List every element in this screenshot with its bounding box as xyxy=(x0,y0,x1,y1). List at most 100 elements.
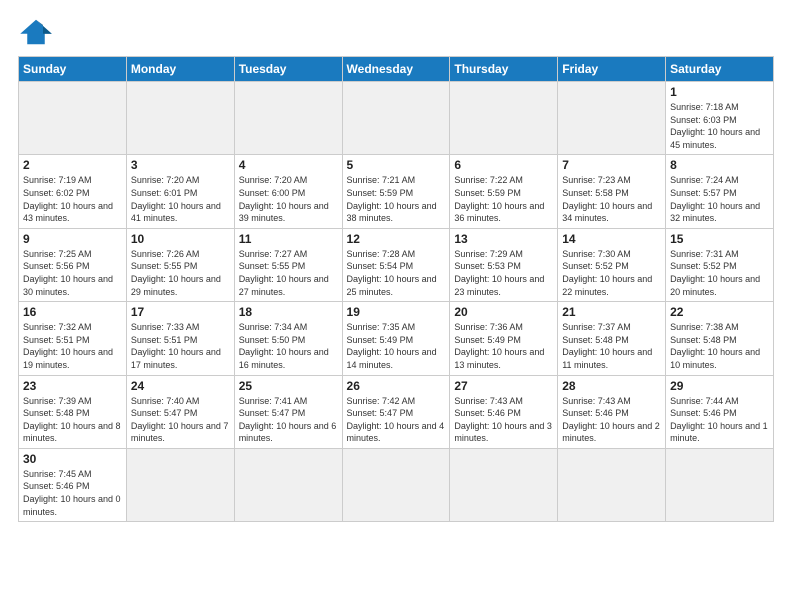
calendar-cell: 13 Sunrise: 7:29 AMSunset: 5:53 PMDayligh… xyxy=(450,228,558,301)
day-info: Sunrise: 7:29 AMSunset: 5:53 PMDaylight:… xyxy=(454,248,553,298)
calendar-cell: 7Sunrise: 7:23 AMSunset: 5:58 PMDaylight… xyxy=(558,155,666,228)
calendar-cell: 28 Sunrise: 7:43 AMSunset: 5:46 PMDayligh… xyxy=(558,375,666,448)
day-info: Sunrise: 7:34 AMSunset: 5:50 PMDaylight:… xyxy=(239,321,338,371)
logo-icon xyxy=(18,18,54,46)
calendar-week-6: 30 Sunrise: 7:45 AMSunset: 5:46 PMDayligh… xyxy=(19,448,774,521)
day-number: 29 xyxy=(670,379,769,393)
day-header-friday: Friday xyxy=(558,57,666,82)
day-number: 12 xyxy=(347,232,446,246)
day-number: 27 xyxy=(454,379,553,393)
calendar-cell: 4Sunrise: 7:20 AMSunset: 6:00 PMDaylight… xyxy=(234,155,342,228)
calendar-cell: 10Sunrise: 7:26 AMSunset: 5:55 PMDayligh… xyxy=(126,228,234,301)
day-header-tuesday: Tuesday xyxy=(234,57,342,82)
calendar-cell: 5 Sunrise: 7:21 AMSunset: 5:59 PMDaylight… xyxy=(342,155,450,228)
day-info: Sunrise: 7:40 AMSunset: 5:47 PMDaylight:… xyxy=(131,395,230,445)
day-info: Sunrise: 7:42 AMSunset: 5:47 PMDaylight:… xyxy=(347,395,446,445)
day-number: 18 xyxy=(239,305,338,319)
calendar-cell: 16 Sunrise: 7:32 AMSunset: 5:51 PMDayligh… xyxy=(19,302,127,375)
calendar-cell xyxy=(19,82,127,155)
day-number: 11 xyxy=(239,232,338,246)
day-number: 3 xyxy=(131,158,230,172)
calendar-cell: 6 Sunrise: 7:22 AMSunset: 5:59 PMDaylight… xyxy=(450,155,558,228)
day-info: Sunrise: 7:41 AMSunset: 5:47 PMDaylight:… xyxy=(239,395,338,445)
day-header-wednesday: Wednesday xyxy=(342,57,450,82)
day-number: 14 xyxy=(562,232,661,246)
day-info: Sunrise: 7:36 AMSunset: 5:49 PMDaylight:… xyxy=(454,321,553,371)
day-number: 20 xyxy=(454,305,553,319)
calendar-cell: 19 Sunrise: 7:35 AMSunset: 5:49 PMDayligh… xyxy=(342,302,450,375)
day-number: 16 xyxy=(23,305,122,319)
day-number: 25 xyxy=(239,379,338,393)
calendar-cell: 11 Sunrise: 7:27 AMSunset: 5:55 PMDayligh… xyxy=(234,228,342,301)
calendar-cell: 9 Sunrise: 7:25 AMSunset: 5:56 PMDaylight… xyxy=(19,228,127,301)
day-number: 6 xyxy=(454,158,553,172)
calendar-week-3: 9 Sunrise: 7:25 AMSunset: 5:56 PMDaylight… xyxy=(19,228,774,301)
calendar-cell: 27 Sunrise: 7:43 AMSunset: 5:46 PMDayligh… xyxy=(450,375,558,448)
calendar-cell xyxy=(342,82,450,155)
calendar-week-5: 23 Sunrise: 7:39 AMSunset: 5:48 PMDayligh… xyxy=(19,375,774,448)
calendar-cell: 15Sunrise: 7:31 AMSunset: 5:52 PMDayligh… xyxy=(666,228,774,301)
day-info: Sunrise: 7:32 AMSunset: 5:51 PMDaylight:… xyxy=(23,321,122,371)
calendar-cell: 17 Sunrise: 7:33 AMSunset: 5:51 PMDayligh… xyxy=(126,302,234,375)
day-info: Sunrise: 7:39 AMSunset: 5:48 PMDaylight:… xyxy=(23,395,122,445)
day-info: Sunrise: 7:33 AMSunset: 5:51 PMDaylight:… xyxy=(131,321,230,371)
calendar-cell: 3 Sunrise: 7:20 AMSunset: 6:01 PMDaylight… xyxy=(126,155,234,228)
calendar-cell: 1Sunrise: 7:18 AMSunset: 6:03 PMDaylight… xyxy=(666,82,774,155)
calendar-cell xyxy=(234,448,342,521)
calendar-cell xyxy=(450,82,558,155)
calendar-cell: 26 Sunrise: 7:42 AMSunset: 5:47 PMDayligh… xyxy=(342,375,450,448)
logo xyxy=(18,18,58,46)
header xyxy=(18,18,774,46)
day-number: 28 xyxy=(562,379,661,393)
day-info: Sunrise: 7:18 AMSunset: 6:03 PMDaylight:… xyxy=(670,101,769,151)
calendar-cell xyxy=(234,82,342,155)
day-info: Sunrise: 7:24 AMSunset: 5:57 PMDaylight:… xyxy=(670,174,769,224)
day-info: Sunrise: 7:27 AMSunset: 5:55 PMDaylight:… xyxy=(239,248,338,298)
calendar-cell xyxy=(666,448,774,521)
day-info: Sunrise: 7:45 AMSunset: 5:46 PMDaylight:… xyxy=(23,468,122,518)
calendar-cell xyxy=(558,448,666,521)
calendar-cell: 24Sunrise: 7:40 AMSunset: 5:47 PMDayligh… xyxy=(126,375,234,448)
day-number: 23 xyxy=(23,379,122,393)
day-number: 5 xyxy=(347,158,446,172)
day-number: 4 xyxy=(239,158,338,172)
day-number: 13 xyxy=(454,232,553,246)
calendar-week-4: 16 Sunrise: 7:32 AMSunset: 5:51 PMDayligh… xyxy=(19,302,774,375)
day-info: Sunrise: 7:28 AMSunset: 5:54 PMDaylight:… xyxy=(347,248,446,298)
calendar-cell: 22Sunrise: 7:38 AMSunset: 5:48 PMDayligh… xyxy=(666,302,774,375)
day-info: Sunrise: 7:25 AMSunset: 5:56 PMDaylight:… xyxy=(23,248,122,298)
calendar-cell: 23 Sunrise: 7:39 AMSunset: 5:48 PMDayligh… xyxy=(19,375,127,448)
calendar-cell: 12 Sunrise: 7:28 AMSunset: 5:54 PMDayligh… xyxy=(342,228,450,301)
calendar-week-2: 2 Sunrise: 7:19 AMSunset: 6:02 PMDaylight… xyxy=(19,155,774,228)
calendar-cell: 21Sunrise: 7:37 AMSunset: 5:48 PMDayligh… xyxy=(558,302,666,375)
day-number: 7 xyxy=(562,158,661,172)
day-info: Sunrise: 7:19 AMSunset: 6:02 PMDaylight:… xyxy=(23,174,122,224)
day-info: Sunrise: 7:21 AMSunset: 5:59 PMDaylight:… xyxy=(347,174,446,224)
day-info: Sunrise: 7:38 AMSunset: 5:48 PMDaylight:… xyxy=(670,321,769,371)
day-header-monday: Monday xyxy=(126,57,234,82)
calendar-cell: 18 Sunrise: 7:34 AMSunset: 5:50 PMDayligh… xyxy=(234,302,342,375)
calendar-cell: 14Sunrise: 7:30 AMSunset: 5:52 PMDayligh… xyxy=(558,228,666,301)
day-info: Sunrise: 7:43 AMSunset: 5:46 PMDaylight:… xyxy=(454,395,553,445)
day-number: 17 xyxy=(131,305,230,319)
calendar-week-1: 1Sunrise: 7:18 AMSunset: 6:03 PMDaylight… xyxy=(19,82,774,155)
day-number: 9 xyxy=(23,232,122,246)
day-header-sunday: Sunday xyxy=(19,57,127,82)
calendar-cell: 8 Sunrise: 7:24 AMSunset: 5:57 PMDaylight… xyxy=(666,155,774,228)
day-number: 2 xyxy=(23,158,122,172)
day-number: 26 xyxy=(347,379,446,393)
day-number: 15 xyxy=(670,232,769,246)
day-number: 30 xyxy=(23,452,122,466)
calendar-cell xyxy=(558,82,666,155)
calendar: SundayMondayTuesdayWednesdayThursdayFrid… xyxy=(18,56,774,522)
calendar-cell: 29Sunrise: 7:44 AMSunset: 5:46 PMDayligh… xyxy=(666,375,774,448)
calendar-cell xyxy=(126,448,234,521)
calendar-cell xyxy=(342,448,450,521)
day-number: 8 xyxy=(670,158,769,172)
day-number: 19 xyxy=(347,305,446,319)
day-info: Sunrise: 7:43 AMSunset: 5:46 PMDaylight:… xyxy=(562,395,661,445)
day-info: Sunrise: 7:20 AMSunset: 6:01 PMDaylight:… xyxy=(131,174,230,224)
day-info: Sunrise: 7:22 AMSunset: 5:59 PMDaylight:… xyxy=(454,174,553,224)
calendar-cell: 30 Sunrise: 7:45 AMSunset: 5:46 PMDayligh… xyxy=(19,448,127,521)
day-info: Sunrise: 7:35 AMSunset: 5:49 PMDaylight:… xyxy=(347,321,446,371)
